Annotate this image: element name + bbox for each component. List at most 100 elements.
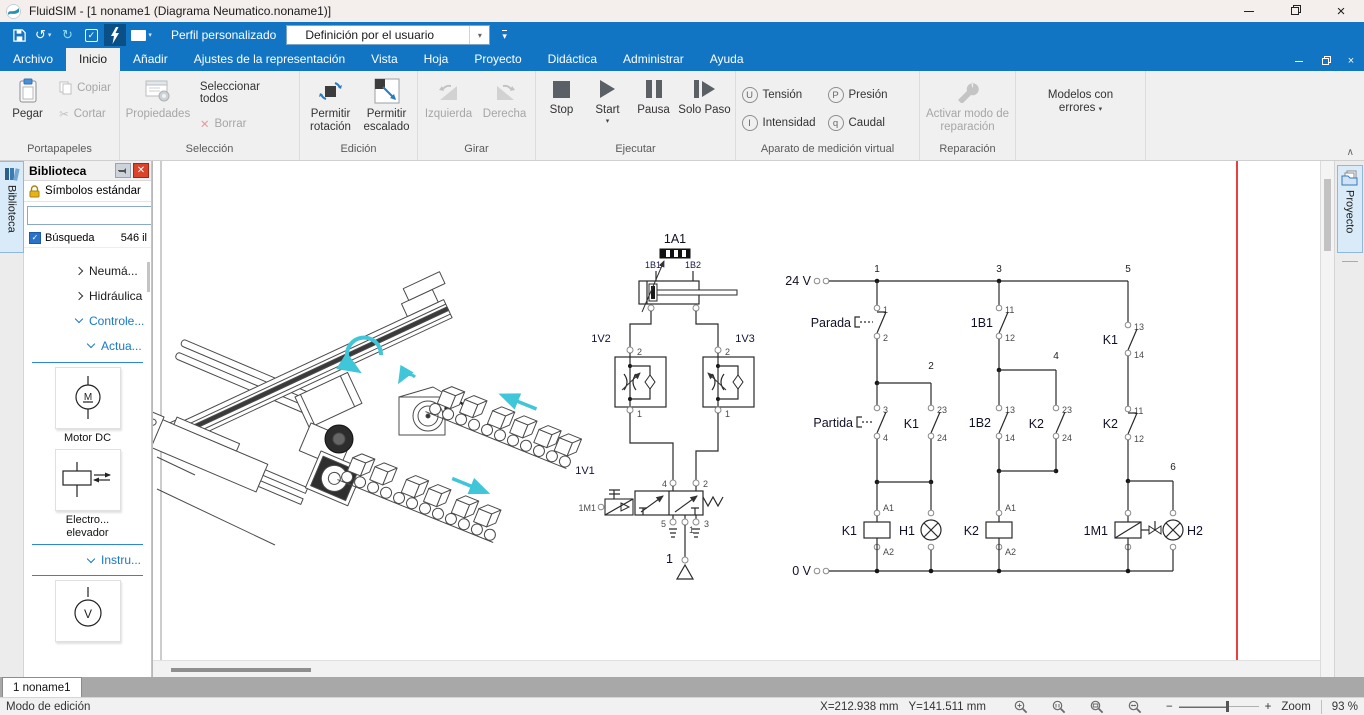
undo-button[interactable]: ↺▾ bbox=[32, 24, 54, 46]
allow-rotation-button[interactable]: Permitir rotación bbox=[303, 73, 359, 141]
pause-button[interactable]: Pausa bbox=[631, 73, 677, 141]
flow-meter-button[interactable]: qCaudal bbox=[828, 115, 914, 131]
tree-item-instrumentos[interactable]: Instru... bbox=[24, 549, 151, 571]
tab-proyecto[interactable]: Proyecto bbox=[461, 48, 534, 71]
color-picker-button[interactable]: ▾ bbox=[128, 24, 155, 46]
measuring-scale[interactable] bbox=[660, 249, 690, 258]
zoom-in-icon[interactable] bbox=[1014, 700, 1028, 714]
sidebar-tab-proyecto[interactable]: Proyecto bbox=[1337, 165, 1363, 253]
collapse-ribbon-button[interactable]: ∧ bbox=[1347, 147, 1354, 158]
library-close-button[interactable]: ✕ bbox=[133, 163, 149, 178]
zoom-fit-icon[interactable] bbox=[1128, 700, 1142, 714]
contact-1b1[interactable]: 11 1B1 12 bbox=[971, 305, 1015, 343]
tab-hoja[interactable]: Hoja bbox=[411, 48, 462, 71]
copy-button[interactable]: Copiar bbox=[53, 79, 117, 97]
contact-k1-aux[interactable]: 23 K1 24 bbox=[904, 405, 947, 443]
horizontal-scroll-thumb[interactable] bbox=[171, 668, 311, 672]
pin-button[interactable] bbox=[115, 163, 131, 178]
tab-administrar[interactable]: Administrar bbox=[610, 48, 697, 71]
doc-minimize-button[interactable] bbox=[1286, 51, 1312, 71]
current-meter-button[interactable]: IIntensidad bbox=[742, 115, 828, 131]
port-label: 2 bbox=[637, 347, 642, 357]
tab-vista[interactable]: Vista bbox=[358, 48, 410, 71]
directional-valve-1v1[interactable]: 4 2 bbox=[578, 479, 723, 537]
zoom-out-label[interactable]: − bbox=[1166, 701, 1173, 713]
zoom-slider[interactable]: − + bbox=[1166, 701, 1271, 713]
symbol-card-voltmeter[interactable]: V bbox=[55, 580, 121, 642]
close-button[interactable]: × bbox=[1318, 0, 1364, 22]
document-tab[interactable]: 1 noname1 bbox=[2, 677, 82, 697]
symbol-card-motor-dc[interactable]: M bbox=[55, 367, 121, 429]
tab-anadir[interactable]: Añadir bbox=[120, 48, 181, 71]
properties-button[interactable]: Propiedades bbox=[122, 73, 194, 141]
rotate-right-button[interactable]: Derecha bbox=[477, 73, 533, 141]
doc-close-button[interactable]: × bbox=[1338, 51, 1364, 71]
zoom-slider-thumb[interactable] bbox=[1226, 701, 1229, 712]
grid-toggle-button[interactable]: ✓ bbox=[80, 24, 102, 46]
tree-item-actuadores[interactable]: Actua... bbox=[24, 333, 151, 358]
single-step-button[interactable]: Solo Paso bbox=[677, 73, 733, 141]
main-area: Biblioteca Biblioteca ✕ Símbolos estánda… bbox=[0, 161, 1364, 677]
tree-item-hidraulica[interactable]: Hidráulica bbox=[24, 283, 151, 308]
contact-k2-aux[interactable]: 23 K2 24 bbox=[1029, 405, 1072, 443]
air-source[interactable]: 1 bbox=[666, 552, 693, 579]
contact-1b2[interactable]: 13 1B2 14 bbox=[969, 405, 1015, 443]
simulation-mode-button[interactable] bbox=[104, 24, 126, 46]
tree-item-neumatica[interactable]: Neumá... bbox=[24, 258, 151, 283]
lamp-h1[interactable]: H1 bbox=[899, 510, 941, 550]
qat-customize-icon[interactable]: ▾ bbox=[502, 30, 507, 40]
save-button[interactable] bbox=[8, 24, 30, 46]
contact-k2-nc[interactable]: 11 K2 12 bbox=[1103, 406, 1144, 444]
stop-button[interactable]: Stop bbox=[539, 73, 585, 141]
tab-ajustes[interactable]: Ajustes de la representación bbox=[181, 48, 358, 71]
drawing-canvas[interactable]: 1A1 1B1 1B2 bbox=[152, 161, 1320, 677]
tab-ayuda[interactable]: Ayuda bbox=[697, 48, 757, 71]
sidebar-tab-biblioteca[interactable]: Biblioteca bbox=[0, 161, 24, 253]
coil-1m1[interactable]: 1M1 bbox=[1084, 510, 1161, 550]
cut-button[interactable]: ✂ Cortar bbox=[53, 105, 117, 123]
start-button[interactable]: Start ▾ bbox=[585, 73, 631, 141]
pressure-meter-button[interactable]: PPresión bbox=[828, 87, 914, 103]
zoom-original-icon[interactable] bbox=[1052, 700, 1066, 714]
tab-archivo[interactable]: Archivo bbox=[0, 48, 66, 71]
repair-mode-button[interactable]: Activar modo de reparación bbox=[924, 73, 1012, 141]
error-models-button[interactable]: Modelos con errores ▾ bbox=[1038, 73, 1124, 141]
contact-label: 1B1 bbox=[971, 316, 993, 330]
contact-label: 1B2 bbox=[969, 416, 991, 430]
tab-inicio[interactable]: Inicio bbox=[66, 48, 120, 71]
vertical-scrollbar[interactable] bbox=[1320, 161, 1334, 677]
electrical-circuit[interactable]: 24 V 0 V 1 3 5 2 4 6 bbox=[785, 264, 1203, 578]
coil-k1[interactable]: A1 K1 A2 bbox=[842, 503, 894, 557]
contact-k1-no[interactable]: 13 K1 14 bbox=[1103, 322, 1144, 360]
horizontal-scrollbar[interactable] bbox=[153, 660, 1320, 677]
voltage-meter-button[interactable]: UTensión bbox=[742, 87, 828, 103]
tab-didactica[interactable]: Didáctica bbox=[535, 48, 610, 71]
rotate-left-button[interactable]: Izquierda bbox=[421, 73, 477, 141]
zoom-selection-icon[interactable] bbox=[1090, 700, 1104, 714]
tree-item-controle[interactable]: Controle... bbox=[24, 308, 151, 333]
allow-scaling-button[interactable]: Permitir escalado bbox=[359, 73, 415, 141]
paste-button[interactable]: Pegar bbox=[2, 73, 53, 141]
symbol-card-electro[interactable] bbox=[55, 449, 121, 511]
search-checkbox[interactable]: ✓ bbox=[29, 232, 41, 244]
pneumatic-circuit[interactable]: 1A1 1B1 1B2 bbox=[575, 232, 755, 579]
lamp-h2[interactable]: H2 bbox=[1163, 510, 1203, 550]
select-all-button[interactable]: Seleccionar todos bbox=[194, 79, 297, 107]
flow-control-valve-1v2[interactable]: 2 1 bbox=[615, 347, 666, 419]
zoom-in-label[interactable]: + bbox=[1265, 701, 1272, 713]
doc-restore-button[interactable] bbox=[1312, 51, 1338, 71]
profile-combobox[interactable]: Definición por el usuario ▾ bbox=[286, 25, 490, 45]
search-input[interactable] bbox=[27, 206, 152, 225]
delete-button[interactable]: ✕ Borrar bbox=[194, 115, 297, 133]
minimize-button[interactable] bbox=[1226, 0, 1272, 22]
tree-scrollbar[interactable] bbox=[147, 262, 150, 292]
contact-partida[interactable]: 3 Partida 4 bbox=[813, 405, 888, 443]
maximize-button[interactable] bbox=[1272, 0, 1318, 22]
redo-icon: ↻ bbox=[62, 27, 73, 43]
coil-k2[interactable]: A1 K2 A2 bbox=[964, 503, 1016, 557]
flow-control-valve-1v3[interactable]: 2 1 bbox=[703, 347, 754, 419]
vertical-scroll-thumb[interactable] bbox=[1324, 179, 1331, 251]
rail-24v-label: 24 V bbox=[785, 274, 811, 288]
redo-button[interactable]: ↻ bbox=[56, 24, 78, 46]
contact-parada[interactable]: 1 Parada 2 bbox=[811, 305, 888, 343]
